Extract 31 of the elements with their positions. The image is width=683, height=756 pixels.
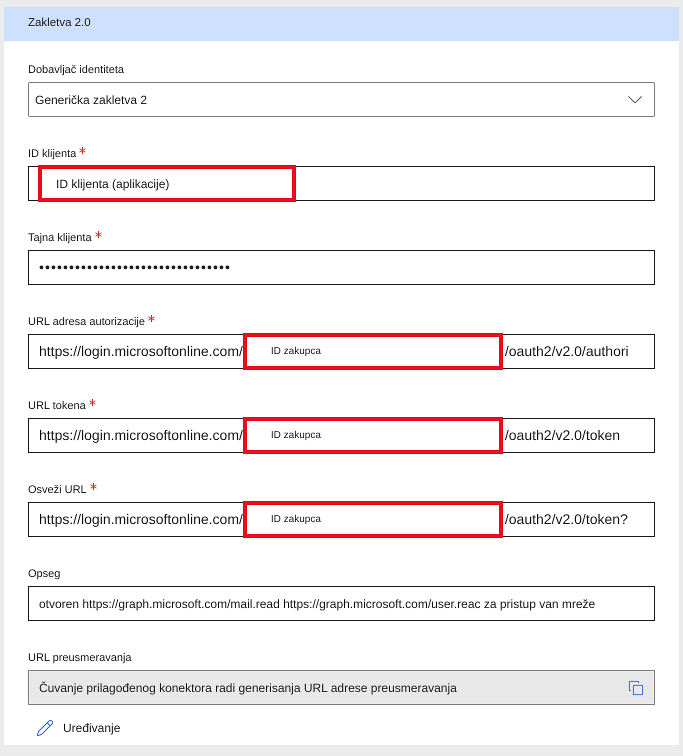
tenant-id-text: ID zakupca [270, 429, 321, 443]
url-field[interactable]: https://login.microsoftonline.com/ ID zakupca /oauth2/v2.0/token [28, 418, 655, 453]
url-suffix: /oauth2/v2.0/token [504, 426, 620, 445]
pencil-icon [36, 719, 54, 737]
field-label: Opseg [28, 567, 60, 582]
field-label: Dobavljač identiteta [28, 63, 124, 78]
copy-icon[interactable] [628, 678, 644, 696]
panel-title: Zakletva 2.0 [28, 16, 91, 32]
password-field[interactable]: •••••••••••••••••••••••••••••••• [28, 250, 655, 285]
url-prefix: https://login.microsoftonline.com/ [39, 510, 243, 529]
field-label: URL adresa autorizacije [28, 315, 145, 330]
url-prefix: https://login.microsoftonline.com/ [39, 426, 243, 445]
text-field[interactable]: otvoren https://graph.microsoft.com/mail.read https://graph.microsoft.com/user.reac za pristup van mreže [28, 586, 655, 621]
field-label: Osveži URL [28, 483, 87, 498]
edit-button[interactable]: Uređivanje [28, 715, 120, 741]
field-label: ID klijenta [28, 147, 76, 162]
provider-dropdown[interactable]: Generička zakletva 2 [28, 82, 655, 117]
url-suffix: /oauth2/v2.0/authori [504, 342, 629, 361]
field-label: Tajna klijenta [28, 231, 92, 246]
url-field[interactable]: https://login.microsoftonline.com/ ID zakupca /oauth2/v2.0/authori [28, 334, 655, 369]
field-label: URL preusmeravanja [28, 651, 132, 666]
url-prefix: https://login.microsoftonline.com/ [39, 342, 243, 361]
tenant-id-text: ID zakupca [270, 345, 321, 359]
text-field[interactable]: ID klijenta (aplikacije) [28, 166, 655, 201]
field-value: ID klijenta (aplikacije) [56, 176, 170, 192]
redirect-url-field[interactable]: Čuvanje prilagođenog konektora radi generisanja URL adrese preusmeravanja [28, 670, 655, 705]
url-field[interactable]: https://login.microsoftonline.com/ ID zakupca /oauth2/v2.0/token? [28, 502, 655, 537]
field-label: URL tokena [28, 399, 86, 414]
chevron-down-icon [628, 96, 642, 104]
tenant-id-text: ID zakupca [270, 513, 321, 527]
url-suffix: /oauth2/v2.0/token? [504, 510, 628, 529]
